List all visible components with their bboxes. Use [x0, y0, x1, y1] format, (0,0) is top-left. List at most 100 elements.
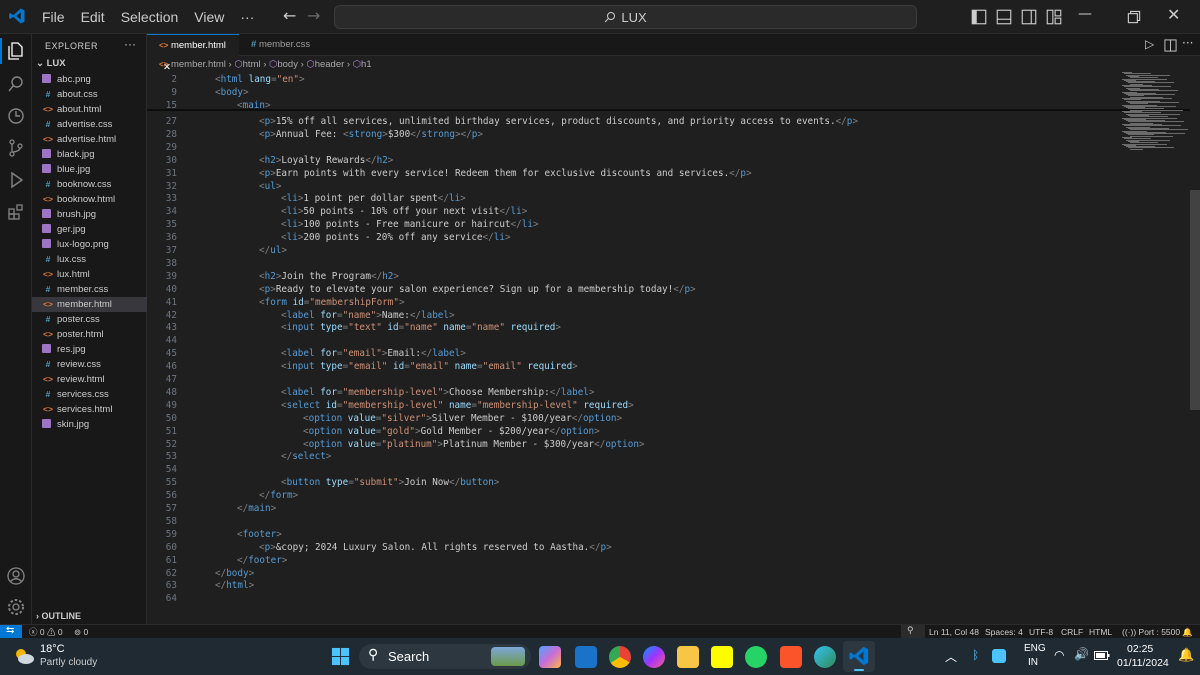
- edge-icon[interactable]: [814, 646, 836, 668]
- bluetooth-icon[interactable]: ᛒ: [972, 648, 979, 662]
- file-item[interactable]: ger.jpg: [32, 222, 147, 237]
- snapchat-icon[interactable]: [711, 646, 733, 668]
- folder-lux[interactable]: ⌄ LUX: [36, 58, 66, 69]
- menu-more[interactable]: ···: [232, 0, 262, 34]
- breadcrumb-h1[interactable]: h1: [361, 59, 372, 70]
- restore-icon[interactable]: [1125, 8, 1143, 26]
- timeline-icon[interactable]: [6, 106, 26, 126]
- file-item[interactable]: # review.css: [32, 357, 147, 372]
- breadcrumb-html[interactable]: html: [243, 59, 261, 70]
- file-item[interactable]: res.jpg: [32, 342, 147, 357]
- app-tray-icon[interactable]: [992, 649, 1006, 663]
- file-item[interactable]: # poster.css: [32, 312, 147, 327]
- file-item[interactable]: lux-logo.png: [32, 237, 147, 252]
- windows-start-icon[interactable]: [331, 647, 350, 666]
- problems-indicator[interactable]: ⓧ 0 ⚠ 0: [29, 626, 63, 638]
- indentation[interactable]: Spaces: 4: [985, 626, 1023, 638]
- end-of-line[interactable]: CRLF: [1061, 626, 1083, 638]
- notification-bell-icon[interactable]: 🔔: [1178, 647, 1194, 663]
- file-item[interactable]: black.jpg: [32, 147, 147, 162]
- toggle-panel-icon[interactable]: [995, 8, 1013, 26]
- weather-icon[interactable]: [12, 644, 36, 668]
- file-item[interactable]: # lux.css: [32, 252, 147, 267]
- ports-indicator[interactable]: ⊚ 0: [74, 626, 88, 638]
- encoding[interactable]: UTF-8: [1029, 626, 1053, 638]
- tab-member-css[interactable]: # member.css: [239, 34, 319, 56]
- file-item[interactable]: <> poster.html: [32, 327, 147, 342]
- code-editor[interactable]: 2 <html lang="en"> 9 <body> 15 <main> 27 <p>15%…: [147, 72, 1107, 624]
- file-item[interactable]: # advertise.css: [32, 117, 147, 132]
- file-item[interactable]: <> member.html: [32, 297, 147, 312]
- language-mode[interactable]: HTML: [1089, 626, 1112, 638]
- file-item[interactable]: <> review.html: [32, 372, 147, 387]
- zoom-indicator[interactable]: ⚲: [901, 625, 925, 639]
- vscode-taskbar-item[interactable]: [843, 641, 875, 672]
- brave-icon[interactable]: [780, 646, 802, 668]
- volume-icon[interactable]: 🔊: [1074, 647, 1089, 661]
- language-indicator-1[interactable]: ENG: [1024, 643, 1046, 654]
- copilot-icon[interactable]: [539, 646, 561, 668]
- menu-edit[interactable]: Edit: [73, 0, 113, 34]
- file-item[interactable]: <> about.html: [32, 102, 147, 117]
- search-sidebar-icon[interactable]: [6, 74, 26, 94]
- settings-gear-icon[interactable]: [6, 597, 26, 617]
- breadcrumb-body[interactable]: body: [277, 59, 298, 70]
- more-actions-icon[interactable]: ···: [1182, 36, 1193, 50]
- menu-view[interactable]: View: [186, 0, 232, 34]
- file-item[interactable]: # member.css: [32, 282, 147, 297]
- file-item[interactable]: <> lux.html: [32, 267, 147, 282]
- account-icon[interactable]: [6, 566, 26, 586]
- file-item[interactable]: blue.jpg: [32, 162, 147, 177]
- file-item[interactable]: <> advertise.html: [32, 132, 147, 147]
- run-debug-icon[interactable]: [6, 170, 26, 190]
- minimize-icon[interactable]: —: [1078, 6, 1092, 22]
- file-item[interactable]: <> booknow.html: [32, 192, 147, 207]
- chrome-icon[interactable]: [609, 646, 631, 668]
- temperature[interactable]: 18°C: [40, 643, 65, 655]
- extensions-icon[interactable]: [6, 202, 26, 222]
- file-item[interactable]: <> services.html: [32, 402, 147, 417]
- menu-selection[interactable]: Selection: [113, 0, 187, 34]
- toggle-sidebar-icon[interactable]: [970, 8, 988, 26]
- explorer-more-icon[interactable]: ···: [124, 37, 136, 51]
- outline-section[interactable]: › OUTLINE: [36, 611, 81, 621]
- file-item[interactable]: brush.jpg: [32, 207, 147, 222]
- wifi-icon[interactable]: ◠: [1054, 648, 1064, 662]
- chevron-up-icon[interactable]: ︿: [945, 648, 957, 665]
- menu-file[interactable]: File: [34, 0, 73, 34]
- breadcrumb-header[interactable]: header: [315, 59, 345, 70]
- editor-scrollbar[interactable]: [1190, 190, 1200, 410]
- back-arrow-icon[interactable]: ←: [283, 6, 296, 25]
- file-explorer-icon[interactable]: [677, 646, 699, 668]
- live-server-port[interactable]: ((·)) Port : 5500: [1122, 626, 1180, 638]
- command-search-box[interactable]: LUX: [334, 5, 917, 29]
- minimap[interactable]: [1120, 72, 1190, 152]
- breadcrumb-file[interactable]: member.html: [171, 59, 226, 70]
- explorer-icon[interactable]: [6, 41, 26, 61]
- remote-indicator[interactable]: ⇆: [0, 625, 22, 639]
- battery-icon[interactable]: [1094, 651, 1110, 660]
- tab-member-html[interactable]: <> member.html ✕: [147, 34, 239, 73]
- outlook-icon[interactable]: [575, 646, 597, 668]
- clock-date[interactable]: 01/11/2024: [1117, 657, 1169, 669]
- notifications-icon[interactable]: 🔔: [1182, 626, 1193, 638]
- close-icon[interactable]: ✕: [1167, 5, 1180, 24]
- run-icon[interactable]: ▷: [1145, 37, 1154, 51]
- messenger-icon[interactable]: [643, 646, 665, 668]
- toggle-secondary-sidebar-icon[interactable]: [1020, 8, 1038, 26]
- file-item[interactable]: # booknow.css: [32, 177, 147, 192]
- customize-layout-icon[interactable]: [1045, 8, 1063, 26]
- file-item[interactable]: abc.png: [32, 72, 147, 87]
- weather-text[interactable]: Partly cloudy: [40, 657, 97, 668]
- source-control-icon[interactable]: [6, 138, 26, 158]
- cursor-position[interactable]: Ln 11, Col 48: [929, 626, 979, 638]
- split-editor-icon[interactable]: [1164, 39, 1177, 52]
- taskbar-search[interactable]: ⚲ Search: [359, 644, 531, 669]
- language-indicator-2[interactable]: IN: [1028, 657, 1038, 668]
- file-item[interactable]: skin.jpg: [32, 417, 147, 432]
- file-item[interactable]: # about.css: [32, 87, 147, 102]
- whatsapp-icon[interactable]: [745, 646, 767, 668]
- clock-time[interactable]: 02:25: [1127, 643, 1153, 655]
- forward-arrow-icon[interactable]: →: [307, 6, 320, 25]
- file-item[interactable]: # services.css: [32, 387, 147, 402]
